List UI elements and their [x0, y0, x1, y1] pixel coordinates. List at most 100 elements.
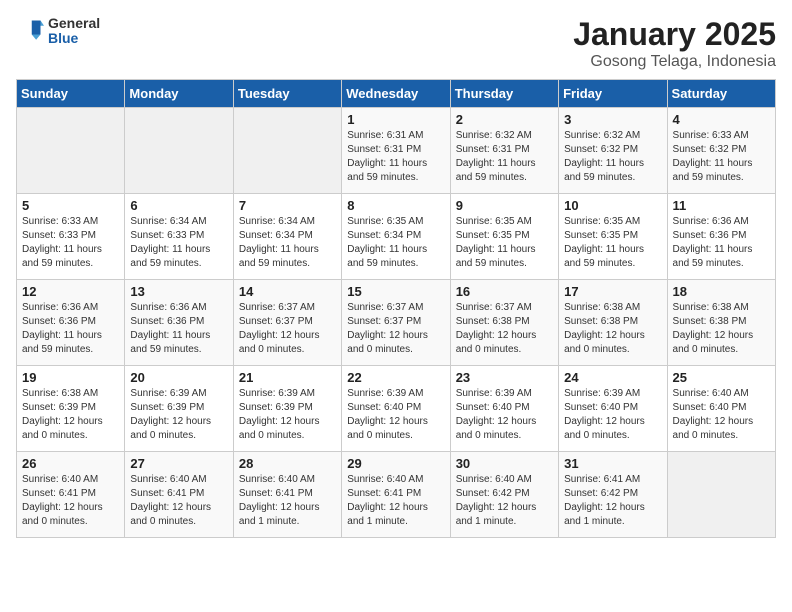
week-row-2: 5 Sunrise: 6:33 AM Sunset: 6:33 PM Daylig…	[17, 194, 776, 280]
day-info: Sunrise: 6:38 AM Sunset: 6:38 PM Dayligh…	[673, 301, 770, 357]
header-day-friday: Friday	[559, 80, 667, 108]
day-number: 23	[456, 370, 553, 385]
day-info: Sunrise: 6:37 AM Sunset: 6:37 PM Dayligh…	[239, 301, 336, 357]
logo-blue: Blue	[48, 31, 100, 46]
day-number: 31	[564, 456, 661, 471]
header-day-monday: Monday	[125, 80, 233, 108]
calendar-cell: 21 Sunrise: 6:39 AM Sunset: 6:39 PM Dayli…	[233, 366, 341, 452]
week-row-3: 12 Sunrise: 6:36 AM Sunset: 6:36 PM Dayli…	[17, 280, 776, 366]
calendar-cell: 12 Sunrise: 6:36 AM Sunset: 6:36 PM Dayli…	[17, 280, 125, 366]
week-row-4: 19 Sunrise: 6:38 AM Sunset: 6:39 PM Dayli…	[17, 366, 776, 452]
calendar-cell: 16Sunrise: 6:37 AM Sunset: 6:38 PM Dayli…	[450, 280, 558, 366]
calendar-cell: 25 Sunrise: 6:40 AM Sunset: 6:40 PM Dayli…	[667, 366, 775, 452]
day-number: 18	[673, 284, 770, 299]
calendar-cell: 10 Sunrise: 6:35 AM Sunset: 6:35 PM Dayli…	[559, 194, 667, 280]
day-info: Sunrise: 6:40 AM Sunset: 6:40 PM Dayligh…	[673, 387, 770, 443]
calendar-cell: 17Sunrise: 6:38 AM Sunset: 6:38 PM Dayli…	[559, 280, 667, 366]
day-number: 12	[22, 284, 119, 299]
day-number: 27	[130, 456, 227, 471]
day-number: 7	[239, 198, 336, 213]
day-info: Sunrise: 6:40 AM Sunset: 6:42 PM Dayligh…	[456, 473, 553, 529]
calendar-cell	[233, 108, 341, 194]
day-info: Sunrise: 6:36 AM Sunset: 6:36 PM Dayligh…	[22, 301, 119, 357]
day-number: 5	[22, 198, 119, 213]
day-number: 14	[239, 284, 336, 299]
day-number: 9	[456, 198, 553, 213]
day-info: Sunrise: 6:32 AM Sunset: 6:32 PM Dayligh…	[564, 129, 661, 185]
header-day-sunday: Sunday	[17, 80, 125, 108]
calendar-cell: 26 Sunrise: 6:40 AM Sunset: 6:41 PM Dayli…	[17, 452, 125, 538]
logo-icon	[16, 17, 44, 45]
calendar-cell	[17, 108, 125, 194]
day-info: Sunrise: 6:37 AM Sunset: 6:37 PM Dayligh…	[347, 301, 444, 357]
day-info: Sunrise: 6:37 AM Sunset: 6:38 PM Dayligh…	[456, 301, 553, 357]
day-number: 21	[239, 370, 336, 385]
calendar-cell: 30 Sunrise: 6:40 AM Sunset: 6:42 PM Dayli…	[450, 452, 558, 538]
week-row-1: 1Sunrise: 6:31 AM Sunset: 6:31 PM Daylig…	[17, 108, 776, 194]
header-day-wednesday: Wednesday	[342, 80, 450, 108]
week-row-5: 26 Sunrise: 6:40 AM Sunset: 6:41 PM Dayli…	[17, 452, 776, 538]
day-info: Sunrise: 6:33 AM Sunset: 6:33 PM Dayligh…	[22, 215, 119, 271]
logo: General Blue	[16, 16, 100, 47]
calendar-cell: 27 Sunrise: 6:40 AM Sunset: 6:41 PM Dayli…	[125, 452, 233, 538]
day-info: Sunrise: 6:39 AM Sunset: 6:40 PM Dayligh…	[347, 387, 444, 443]
day-info: Sunrise: 6:35 AM Sunset: 6:34 PM Dayligh…	[347, 215, 444, 271]
day-info: Sunrise: 6:38 AM Sunset: 6:39 PM Dayligh…	[22, 387, 119, 443]
day-number: 19	[22, 370, 119, 385]
day-number: 20	[130, 370, 227, 385]
day-info: Sunrise: 6:35 AM Sunset: 6:35 PM Dayligh…	[564, 215, 661, 271]
header-row: SundayMondayTuesdayWednesdayThursdayFrid…	[17, 80, 776, 108]
calendar-table: SundayMondayTuesdayWednesdayThursdayFrid…	[16, 79, 776, 538]
day-number: 1	[347, 112, 444, 127]
calendar-cell: 23Sunrise: 6:39 AM Sunset: 6:40 PM Dayli…	[450, 366, 558, 452]
day-info: Sunrise: 6:40 AM Sunset: 6:41 PM Dayligh…	[347, 473, 444, 529]
header-day-tuesday: Tuesday	[233, 80, 341, 108]
logo-text: General Blue	[48, 16, 100, 47]
header-day-saturday: Saturday	[667, 80, 775, 108]
calendar-cell: 18 Sunrise: 6:38 AM Sunset: 6:38 PM Dayli…	[667, 280, 775, 366]
day-info: Sunrise: 6:39 AM Sunset: 6:39 PM Dayligh…	[239, 387, 336, 443]
day-number: 22	[347, 370, 444, 385]
calendar-cell: 4 Sunrise: 6:33 AM Sunset: 6:32 PM Daylig…	[667, 108, 775, 194]
day-info: Sunrise: 6:41 AM Sunset: 6:42 PM Dayligh…	[564, 473, 661, 529]
calendar-subtitle: Gosong Telaga, Indonesia	[573, 53, 776, 71]
calendar-cell: 11Sunrise: 6:36 AM Sunset: 6:36 PM Dayli…	[667, 194, 775, 280]
calendar-cell: 19 Sunrise: 6:38 AM Sunset: 6:39 PM Dayli…	[17, 366, 125, 452]
day-info: Sunrise: 6:38 AM Sunset: 6:38 PM Dayligh…	[564, 301, 661, 357]
day-info: Sunrise: 6:40 AM Sunset: 6:41 PM Dayligh…	[22, 473, 119, 529]
day-info: Sunrise: 6:34 AM Sunset: 6:33 PM Dayligh…	[130, 215, 227, 271]
day-number: 25	[673, 370, 770, 385]
day-number: 10	[564, 198, 661, 213]
calendar-body: 1Sunrise: 6:31 AM Sunset: 6:31 PM Daylig…	[17, 108, 776, 538]
day-info: Sunrise: 6:40 AM Sunset: 6:41 PM Dayligh…	[130, 473, 227, 529]
calendar-cell: 20Sunrise: 6:39 AM Sunset: 6:39 PM Dayli…	[125, 366, 233, 452]
calendar-cell	[125, 108, 233, 194]
day-number: 30	[456, 456, 553, 471]
calendar-cell: 14 Sunrise: 6:37 AM Sunset: 6:37 PM Dayli…	[233, 280, 341, 366]
calendar-cell: 22 Sunrise: 6:39 AM Sunset: 6:40 PM Dayli…	[342, 366, 450, 452]
day-info: Sunrise: 6:34 AM Sunset: 6:34 PM Dayligh…	[239, 215, 336, 271]
day-number: 24	[564, 370, 661, 385]
day-number: 2	[456, 112, 553, 127]
calendar-cell: 1Sunrise: 6:31 AM Sunset: 6:31 PM Daylig…	[342, 108, 450, 194]
day-info: Sunrise: 6:36 AM Sunset: 6:36 PM Dayligh…	[673, 215, 770, 271]
calendar-cell: 13Sunrise: 6:36 AM Sunset: 6:36 PM Dayli…	[125, 280, 233, 366]
day-info: Sunrise: 6:33 AM Sunset: 6:32 PM Dayligh…	[673, 129, 770, 185]
calendar-cell: 9 Sunrise: 6:35 AM Sunset: 6:35 PM Daylig…	[450, 194, 558, 280]
calendar-header: SundayMondayTuesdayWednesdayThursdayFrid…	[17, 80, 776, 108]
title-block: January 2025 Gosong Telaga, Indonesia	[573, 16, 776, 71]
day-info: Sunrise: 6:40 AM Sunset: 6:41 PM Dayligh…	[239, 473, 336, 529]
logo-general: General	[48, 16, 100, 31]
day-info: Sunrise: 6:39 AM Sunset: 6:40 PM Dayligh…	[564, 387, 661, 443]
day-number: 28	[239, 456, 336, 471]
calendar-cell: 24 Sunrise: 6:39 AM Sunset: 6:40 PM Dayli…	[559, 366, 667, 452]
day-number: 4	[673, 112, 770, 127]
day-info: Sunrise: 6:35 AM Sunset: 6:35 PM Dayligh…	[456, 215, 553, 271]
day-info: Sunrise: 6:32 AM Sunset: 6:31 PM Dayligh…	[456, 129, 553, 185]
calendar-cell: 5 Sunrise: 6:33 AM Sunset: 6:33 PM Daylig…	[17, 194, 125, 280]
calendar-cell: 2 Sunrise: 6:32 AM Sunset: 6:31 PM Daylig…	[450, 108, 558, 194]
day-number: 26	[22, 456, 119, 471]
day-number: 8	[347, 198, 444, 213]
calendar-title: January 2025	[573, 16, 776, 53]
calendar-cell: 28 Sunrise: 6:40 AM Sunset: 6:41 PM Dayli…	[233, 452, 341, 538]
